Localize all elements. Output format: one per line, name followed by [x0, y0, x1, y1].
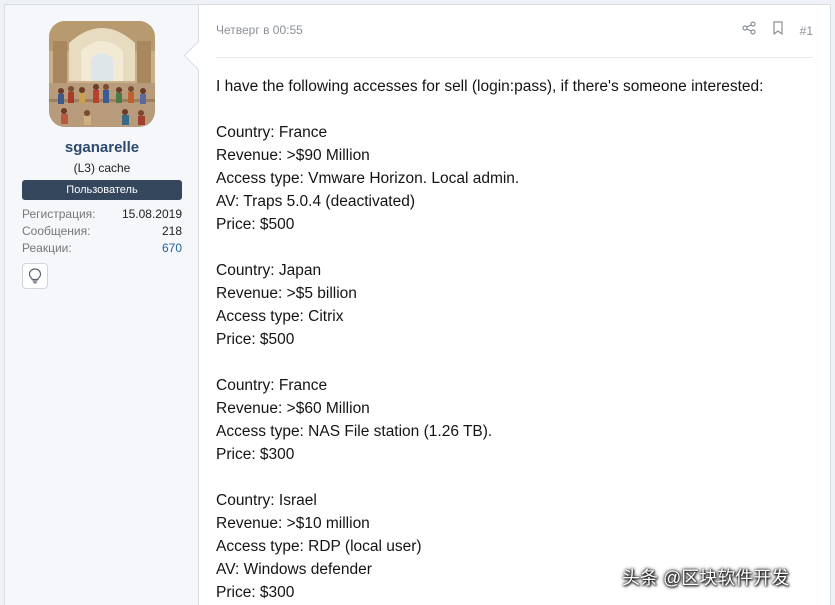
post-line: Revenue: >$60 Million	[216, 400, 370, 417]
post-header: Четверг в 00:55 #1	[216, 5, 813, 58]
post-body: I have the following accesses for sell (…	[216, 75, 813, 604]
stat-value: 218	[161, 224, 182, 238]
stat-reactions: Реакции: 670	[22, 240, 182, 257]
post-actions: #1	[742, 21, 813, 40]
post-line: Price: $500	[216, 331, 295, 348]
post-line: Access type: Vmware Horizon. Local admin…	[216, 170, 520, 187]
user-title: (L3) cache	[73, 161, 131, 175]
stat-value: 15.08.2019	[121, 207, 182, 221]
lightbulb-icon	[28, 268, 42, 284]
stat-label: Регистрация:	[22, 207, 96, 221]
avatar-painting	[49, 21, 155, 127]
post-line	[216, 351, 813, 374]
stat-reactions-link[interactable]: 670	[162, 240, 182, 257]
share-button[interactable]	[742, 21, 756, 40]
user-banner: Пользователь	[22, 180, 182, 200]
post-line: AV: Traps 5.0.4 (deactivated)	[216, 193, 416, 210]
stat-label: Сообщения:	[22, 224, 91, 238]
post-line: Access type: Citrix	[216, 308, 344, 325]
post-line: Access type: NAS File station (1.26 TB).	[216, 423, 493, 440]
post-line: Access type: RDP (local user)	[216, 538, 422, 555]
user-cell: sganarelle (L3) cache Пользователь Регис…	[5, 5, 199, 605]
user-stats: Регистрация: 15.08.2019 Сообщения: 218 Р…	[22, 206, 182, 257]
post-line	[216, 98, 813, 121]
post-number-link[interactable]: #1	[800, 24, 813, 38]
forum-post: sganarelle (L3) cache Пользователь Регис…	[4, 4, 831, 605]
post-line: Revenue: >$90 Million	[216, 147, 370, 164]
post-line: Country: Japan	[216, 262, 322, 279]
stat-messages: Сообщения: 218	[22, 223, 182, 240]
trophy-button[interactable]	[22, 263, 48, 289]
bookmark-button[interactable]	[772, 21, 784, 40]
stat-registration: Регистрация: 15.08.2019	[22, 206, 182, 223]
post-main: Четверг в 00:55 #1 I have the following …	[199, 5, 830, 605]
share-icon	[742, 21, 756, 35]
post-line: Country: France	[216, 124, 328, 141]
post-line: Country: Israel	[216, 492, 317, 509]
post-line: Revenue: >$10 million	[216, 515, 370, 532]
post-line	[216, 466, 813, 489]
username[interactable]: sganarelle	[5, 139, 199, 156]
post-line: Country: France	[216, 377, 328, 394]
avatar[interactable]	[49, 21, 155, 127]
post-line: I have the following accesses for sell (…	[216, 78, 764, 95]
post-line	[216, 236, 813, 259]
bookmark-icon	[773, 21, 783, 35]
post-line: Price: $500	[216, 216, 295, 233]
post-line: Revenue: >$5 billion	[216, 285, 357, 302]
post-date[interactable]: Четверг в 00:55	[216, 23, 303, 37]
stat-label: Реакции:	[22, 241, 72, 255]
post-line: Price: $300	[216, 446, 295, 463]
watermark: 头条 @区块软件开发	[622, 568, 790, 588]
